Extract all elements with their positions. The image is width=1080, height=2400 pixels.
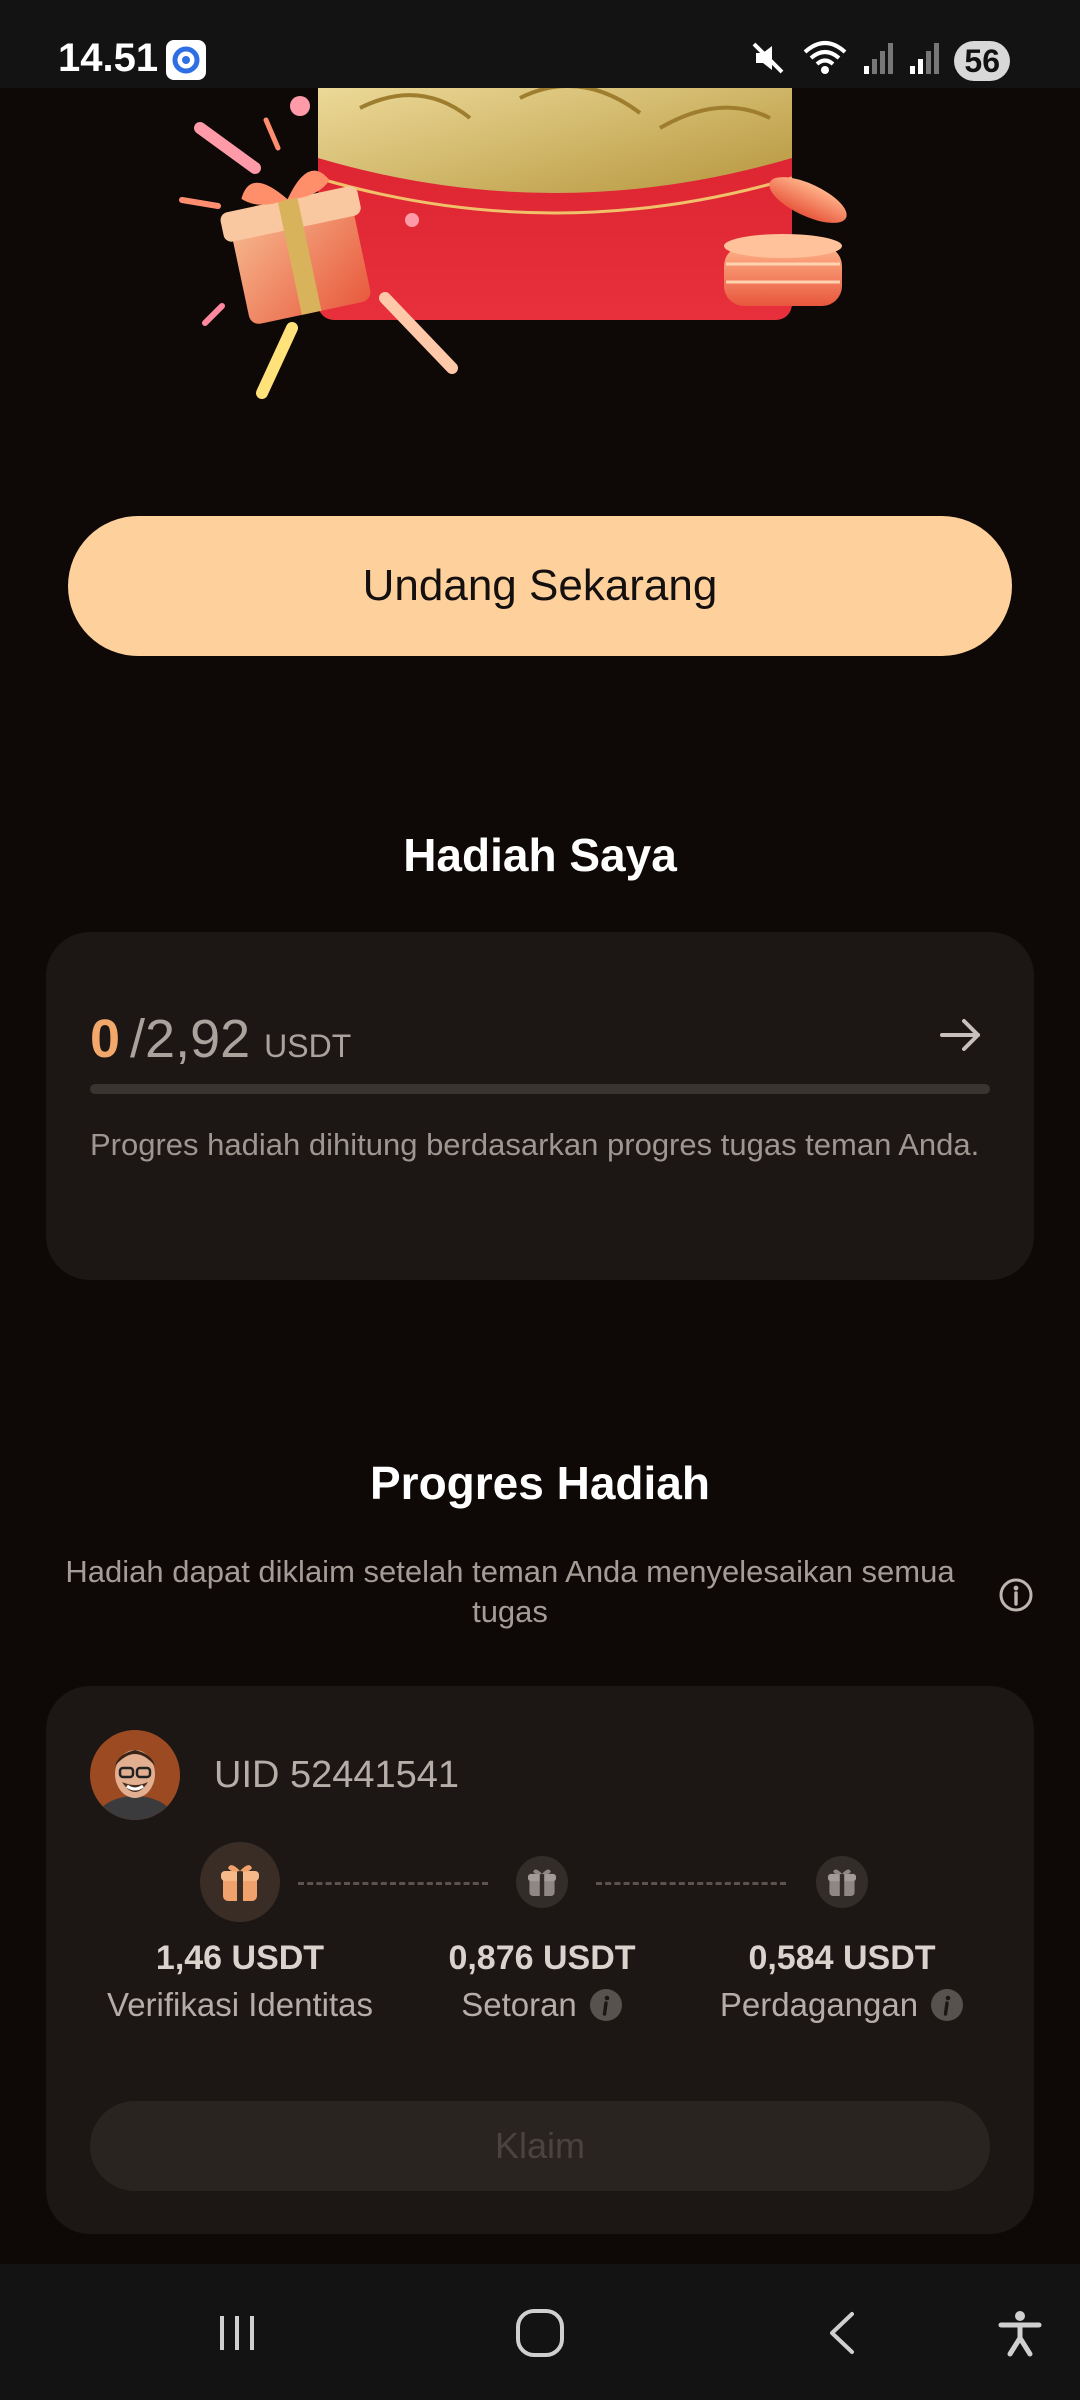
step-label: Verifikasi Identitas [80,1986,400,2024]
hero-illustration [0,68,1080,428]
step-label-text: Perdagangan [719,1986,919,2023]
info-icon[interactable] [998,1577,1034,1613]
signal-icon-2 [908,40,940,81]
recent-apps-icon[interactable] [202,2298,272,2368]
step-connector [298,1882,488,1885]
my-rewards-title: Hadiah Saya [403,829,677,881]
back-icon[interactable] [808,2298,878,2368]
reward-total: /2,92 [130,1009,251,1069]
avatar [90,1730,180,1820]
reward-unit: USDT [264,1028,352,1064]
info-icon[interactable] [589,1988,623,2022]
mute-icon [748,38,788,83]
reward-progress-hint: Hadiah dapat diklaim setelah teman Anda … [65,1554,955,1629]
step-identity: 1,46 USDT Verifikasi Identitas [80,1939,400,2024]
step-amount: 1,46 USDT [155,1939,325,1977]
friend-progress-card: UID 52441541 1,46 USDT Verifikasi Identi… [46,1686,1034,2234]
status-time: 14.51 [58,36,159,80]
step-connector [596,1882,786,1885]
gift-icon-active [200,1842,280,1922]
reward-amount: 0 /2,92 USDT [90,1008,351,1070]
step-amount: 0,584 USDT [748,1939,936,1977]
arrow-right-icon[interactable] [936,1010,986,1060]
reward-note: Progres hadiah dihitung berdasarkan prog… [90,1127,980,1162]
battery-indicator: 56 [954,40,1010,81]
reward-current: 0 [90,1009,121,1069]
step-label: Perdagangan [682,1986,1002,2024]
step-label-text: Setoran [461,1986,577,2023]
friend-uid: UID 52441541 [214,1754,460,1796]
gift-icon [516,1856,568,1908]
wifi-icon [802,38,848,83]
step-deposit: 0,876 USDT Setoran [382,1939,702,2024]
my-rewards-card[interactable]: 0 /2,92 USDT Progres hadiah dihitung ber… [46,932,1034,1280]
step-label: Setoran [382,1986,702,2024]
step-amount: 0,876 USDT [448,1939,636,1977]
accessibility-icon[interactable] [985,2298,1055,2368]
signal-icon [862,40,894,81]
reward-progress-title: Progres Hadiah [370,1457,710,1509]
reward-progress-bar [90,1084,990,1094]
step-label-text: Verifikasi Identitas [107,1986,373,2023]
gift-icon [816,1856,868,1908]
app-notification-icon [166,40,206,80]
status-bar: 14.51 56 [0,0,1080,88]
claim-button[interactable]: Klaim [90,2101,990,2191]
info-icon[interactable] [930,1988,964,2022]
system-nav-bar [0,2264,1080,2400]
invite-now-button[interactable]: Undang Sekarang [68,516,1012,656]
status-icons: 56 [748,38,1010,83]
step-trading: 0,584 USDT Perdagangan [682,1939,1002,2024]
screen: 14.51 56 Undang Sekarang Hadiah Saya 0 /… [0,0,1080,2400]
home-icon[interactable] [505,2298,575,2368]
